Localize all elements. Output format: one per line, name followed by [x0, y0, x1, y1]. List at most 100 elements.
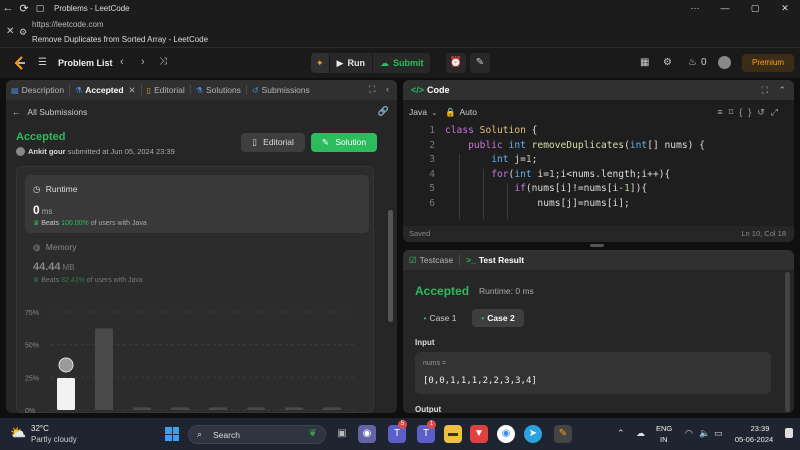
- timer-icon[interactable]: ⏰: [446, 53, 466, 73]
- distribution-bar[interactable]: [323, 407, 341, 410]
- distribution-bar[interactable]: [133, 407, 151, 410]
- runtime-value: 0 ms: [33, 203, 53, 217]
- runtime-card[interactable]: ◷ Runtime 0 ms ♛ Beats 100.00% of users w…: [25, 175, 369, 233]
- task-view-icon[interactable]: ▣: [333, 425, 351, 443]
- book-icon: ▯: [146, 85, 152, 95]
- indent-guide: [483, 168, 484, 219]
- close-tab-icon[interactable]: ✕: [129, 85, 136, 96]
- weather-icon[interactable]: ⛅: [10, 425, 26, 441]
- expand-icon[interactable]: ⛶: [762, 85, 768, 95]
- memory-chip-icon: ◍: [33, 242, 41, 252]
- reload-icon[interactable]: ⟳: [16, 2, 32, 15]
- share-link-icon[interactable]: 🔗: [378, 106, 389, 117]
- avatar[interactable]: [718, 56, 731, 69]
- case-1-tab[interactable]: • Case 1: [415, 309, 465, 327]
- code-text: class Solution {: [445, 125, 538, 136]
- distribution-bar[interactable]: [57, 377, 75, 410]
- tabs-icon[interactable]: ▢: [32, 3, 48, 14]
- url-text[interactable]: https://leetcode.com: [32, 20, 104, 29]
- tab-accepted[interactable]: ⚗ Accepted ✕: [70, 85, 141, 96]
- problem-list-link[interactable]: Problem List: [58, 58, 113, 68]
- minimize-icon[interactable]: —: [710, 0, 740, 16]
- windows-start-icon[interactable]: [165, 427, 179, 441]
- premium-button[interactable]: Premium: [742, 54, 794, 72]
- panel-resize-handle[interactable]: [590, 244, 604, 247]
- checkbox-icon: ☑: [409, 254, 417, 265]
- y-tick-label: 75%: [25, 310, 39, 317]
- region-indicator: IN: [660, 435, 668, 444]
- prev-problem-icon[interactable]: ‹: [120, 56, 124, 68]
- cloud-icon[interactable]: ☁: [636, 428, 645, 439]
- shuffle-icon[interactable]: ⤨: [159, 56, 167, 67]
- distribution-bar[interactable]: [209, 407, 227, 410]
- result-scrollbar[interactable]: [785, 272, 790, 412]
- left-tabs: ▤ Description ⚗ Accepted ✕ ▯ Editorial ⚗…: [6, 80, 397, 100]
- expand-icon[interactable]: ⛶: [369, 84, 375, 94]
- solution-button[interactable]: ✎ Solution: [311, 133, 377, 152]
- layout-icon[interactable]: ▦: [640, 57, 649, 68]
- wifi-icon[interactable]: ◠: [685, 428, 693, 439]
- author-name[interactable]: Ankit gour: [28, 147, 66, 156]
- tab-editorial[interactable]: ▯ Editorial: [142, 85, 190, 95]
- auto-mode-toggle[interactable]: 🔒 Auto: [445, 107, 477, 118]
- leetcode-logo-icon[interactable]: [13, 56, 27, 70]
- code-editor[interactable]: 1 class Solution {2 public int removeDupl…: [403, 125, 794, 219]
- editorial-button[interactable]: ▯ Editorial: [241, 133, 305, 152]
- settings-icon[interactable]: ⚙: [663, 57, 672, 68]
- memory-value: 44.44 MB: [33, 261, 75, 273]
- maximize-editor-icon[interactable]: ⤢: [771, 107, 784, 117]
- menu-icon[interactable]: ···: [680, 0, 710, 16]
- next-problem-icon[interactable]: ›: [141, 56, 145, 68]
- battery-icon[interactable]: ▭: [714, 428, 723, 439]
- collapse-icon[interactable]: ‹: [386, 84, 389, 94]
- language-select[interactable]: Java ⌄: [409, 107, 437, 117]
- language-indicator[interactable]: ENG: [656, 424, 672, 433]
- brave-icon[interactable]: ▼: [470, 425, 488, 443]
- code-text: public int removeDuplicates(int[] nums) …: [468, 139, 705, 151]
- close-window-icon[interactable]: ✕: [770, 0, 800, 16]
- telegram-icon[interactable]: ➤: [524, 425, 542, 443]
- memory-card[interactable]: ◍ Memory 44.44 MB ♛ Beats 82.43% of users…: [25, 239, 369, 291]
- close-icon[interactable]: ✕: [6, 26, 14, 37]
- tab-testcase[interactable]: ☑ Testcase: [403, 255, 459, 266]
- volume-icon[interactable]: 🔈: [699, 428, 710, 439]
- file-explorer-icon[interactable]: ▬: [444, 425, 462, 443]
- braces-icon[interactable]: {}: [739, 107, 757, 117]
- run-button[interactable]: ▶ Run: [328, 53, 372, 73]
- notification-icon[interactable]: [785, 428, 793, 438]
- case-2-tab[interactable]: • Case 2: [472, 309, 524, 327]
- tab-solutions[interactable]: ⚗ Solutions: [191, 85, 246, 95]
- distribution-bar[interactable]: [285, 407, 303, 410]
- chrome-icon[interactable]: ◉: [497, 425, 515, 443]
- flask-icon: ⚗: [75, 85, 83, 95]
- list-icon[interactable]: ☰: [38, 57, 47, 68]
- taskbar-search[interactable]: ⌕ Search ❦: [188, 425, 326, 444]
- distribution-bar[interactable]: [171, 407, 189, 410]
- reset-icon[interactable]: ↺: [757, 107, 771, 117]
- left-scrollbar[interactable]: [388, 210, 393, 322]
- address-bar: ✕ ⚙ https://leetcode.com Remove Duplicat…: [0, 16, 800, 48]
- tab-submissions[interactable]: ↺ Submissions: [247, 85, 315, 95]
- tab-description[interactable]: ▤ Description: [6, 85, 69, 95]
- bookmark-icon[interactable]: ⌑: [729, 107, 740, 117]
- tab-test-result[interactable]: >_ Test Result: [460, 255, 530, 265]
- code-text: if(nums[i]!=nums[i-1]){: [514, 183, 648, 194]
- site-settings-icon[interactable]: ⚙: [19, 27, 27, 38]
- clock-time[interactable]: 23:39: [740, 424, 780, 433]
- maximize-icon[interactable]: ▢: [740, 0, 770, 16]
- format-icon[interactable]: ≡: [717, 107, 728, 117]
- streak-fire-icon[interactable]: ♨: [688, 57, 697, 68]
- debug-button[interactable]: ✦: [311, 53, 329, 73]
- submit-button[interactable]: ☁ Submit: [371, 53, 431, 73]
- collapse-icon[interactable]: ⌃: [778, 85, 786, 95]
- chevron-up-icon[interactable]: ⌃: [617, 428, 625, 439]
- all-submissions-link[interactable]: ← All Submissions: [12, 107, 87, 117]
- distribution-bar[interactable]: [95, 328, 113, 410]
- leetcode-app-icon[interactable]: ✎: [554, 425, 572, 443]
- note-icon[interactable]: ✎: [470, 53, 490, 73]
- back-icon[interactable]: ←: [0, 2, 16, 14]
- left-panel: ▤ Description ⚗ Accepted ✕ ▯ Editorial ⚗…: [6, 80, 397, 413]
- meet-icon[interactable]: ◉: [358, 425, 376, 443]
- distribution-bar[interactable]: [247, 407, 265, 410]
- play-icon: ▶: [336, 57, 344, 68]
